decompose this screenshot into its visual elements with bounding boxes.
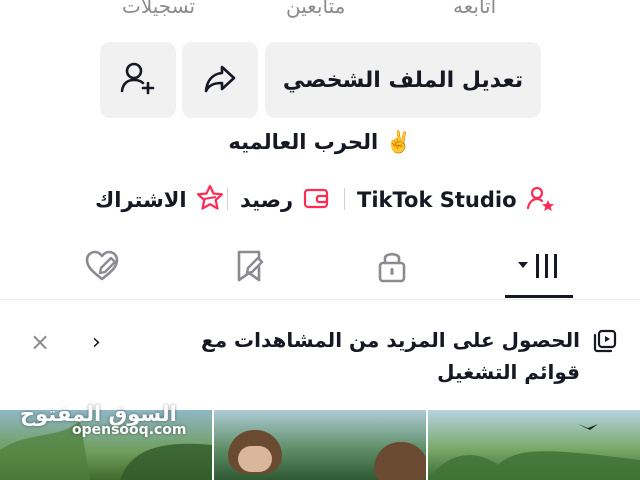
edit-profile-label: تعديل الملف الشخصي (282, 67, 524, 93)
tab-liked[interactable] (62, 240, 142, 296)
profile-stats: تسجيلات متابعين أتابعه (0, 0, 640, 22)
share-arrow-icon (200, 58, 240, 102)
lock-icon (375, 248, 409, 288)
share-profile-button[interactable] (182, 42, 258, 118)
tiktok-studio-label: TikTok Studio (357, 188, 517, 212)
subscription-link[interactable]: الاشتراك (95, 182, 225, 218)
active-tab-indicator (505, 295, 573, 298)
profile-links: TikTok Studio رصيد الاشتراك (0, 182, 640, 218)
watermark: السوق المفتوح opensooq.com (20, 402, 187, 438)
followers-label[interactable]: متابعين (286, 0, 345, 18)
subscription-star-icon (195, 183, 225, 217)
add-user-icon (118, 58, 158, 102)
tiktok-studio-link[interactable]: TikTok Studio (357, 182, 555, 218)
bookmark-icon (231, 248, 267, 288)
subscription-label: الاشتراك (95, 188, 187, 212)
add-friend-button[interactable] (100, 42, 176, 118)
recordings-label[interactable]: تسجيلات (122, 0, 195, 18)
creator-star-icon (525, 183, 555, 217)
edit-profile-button[interactable]: تعديل الملف الشخصي (265, 42, 541, 118)
playlist-banner-text: الحصول على المزيد من المشاهدات مع قوائم … (201, 328, 580, 384)
chevron-right-icon[interactable]: › (92, 330, 101, 355)
links-divider (227, 188, 228, 210)
grid-icon (512, 248, 566, 288)
tab-private[interactable] (352, 240, 432, 296)
tab-favorites[interactable] (209, 240, 289, 296)
playlist-icon (592, 328, 618, 358)
playlist-banner: الحصول على المزيد من المشاهدات مع قوائم … (0, 316, 640, 396)
heart-icon (83, 248, 121, 288)
close-icon[interactable]: × (30, 328, 50, 356)
balance-link[interactable]: رصيد (240, 182, 331, 218)
following-label[interactable]: أتابعه (453, 0, 496, 18)
watermark-latin: opensooq.com (72, 422, 187, 438)
video-thumbnail[interactable] (428, 410, 640, 480)
video-thumbnail[interactable] (214, 410, 426, 480)
links-divider (344, 188, 345, 210)
wallet-icon (301, 183, 331, 217)
profile-tabs (0, 240, 640, 300)
tab-videos[interactable] (499, 240, 579, 296)
balance-label: رصيد (240, 188, 294, 212)
profile-actions: تعديل الملف الشخصي (0, 42, 640, 118)
profile-bio: الحرب العالميه ✌️ (228, 130, 412, 154)
